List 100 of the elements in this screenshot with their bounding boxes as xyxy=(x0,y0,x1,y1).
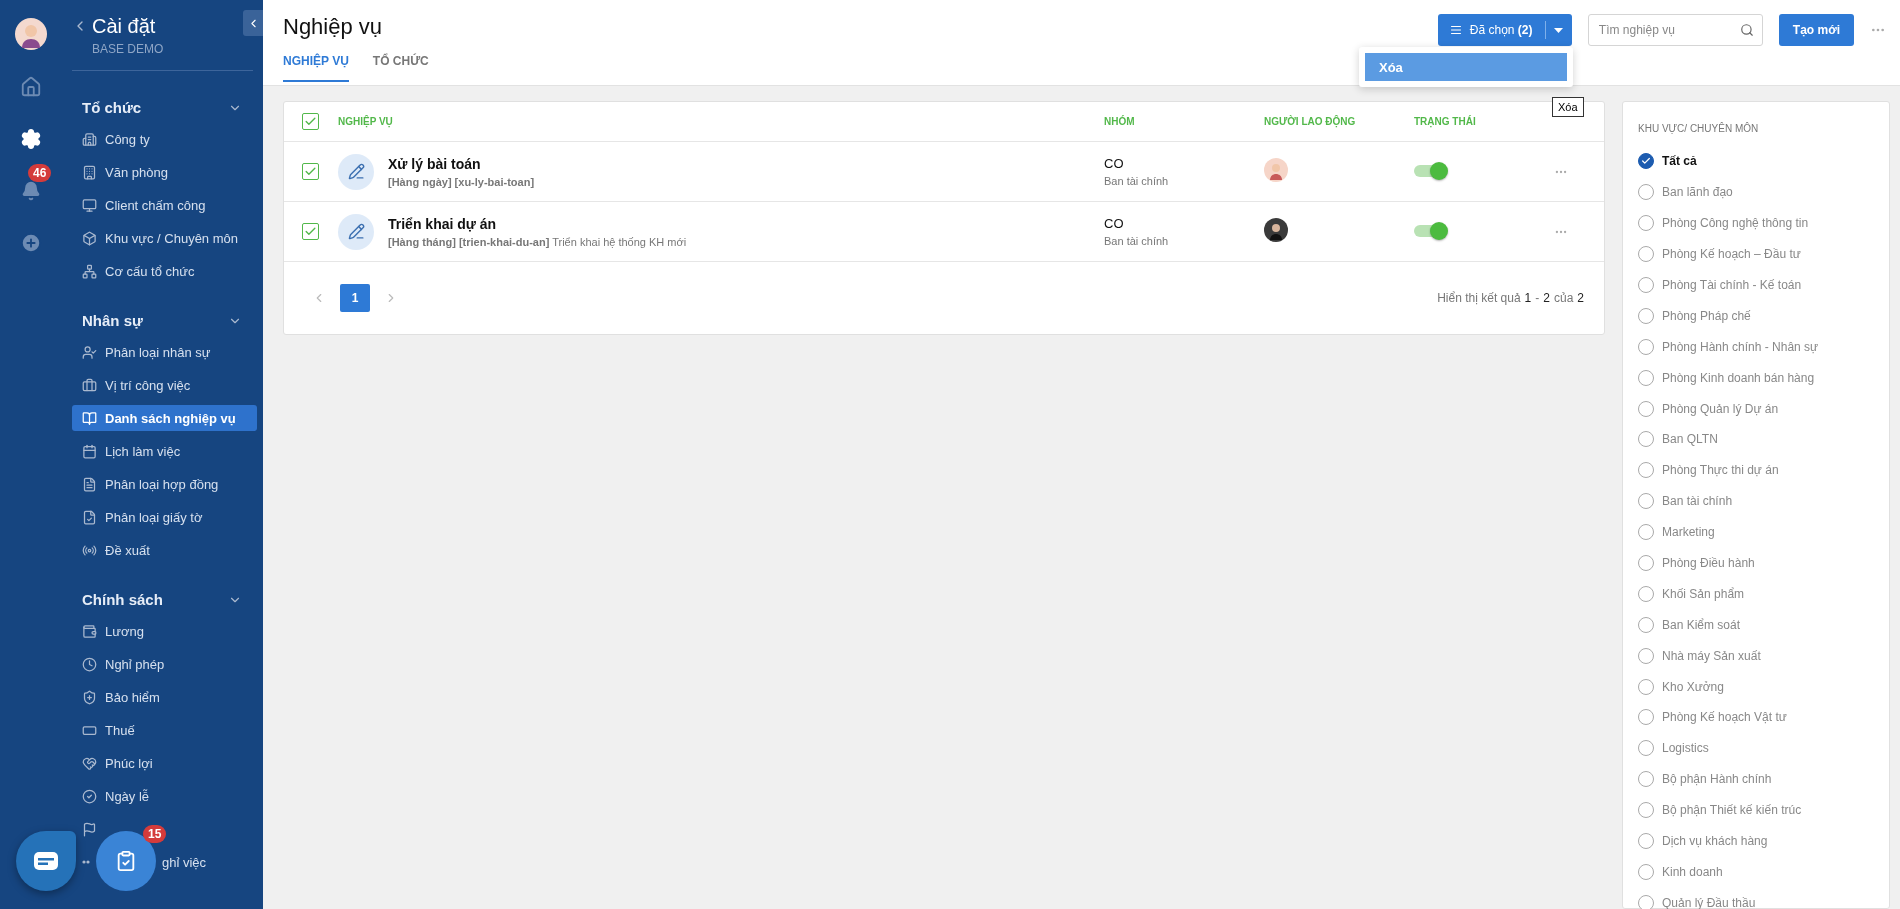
radio-button[interactable] xyxy=(1638,709,1654,726)
section-header[interactable]: Tổ chức xyxy=(82,99,262,116)
radio-button[interactable] xyxy=(1638,184,1654,201)
radio-button[interactable] xyxy=(1638,338,1654,355)
menu-item[interactable]: Xóa xyxy=(1365,53,1567,81)
radio-button[interactable] xyxy=(1638,802,1654,819)
bell-icon[interactable] xyxy=(21,181,41,201)
radio-button[interactable] xyxy=(1638,616,1654,633)
filter-option[interactable]: Ban QLTN xyxy=(1638,424,1718,455)
home-icon[interactable] xyxy=(20,76,42,98)
sidebar-item[interactable]: Cơ cấu tổ chức xyxy=(72,258,252,284)
filter-option[interactable]: Phòng Công nghệ thông tin xyxy=(1638,207,1809,239)
filter-option[interactable]: Phòng Pháp chế xyxy=(1638,300,1751,332)
radio-button[interactable] xyxy=(1638,369,1654,386)
radio-button[interactable] xyxy=(1638,647,1654,664)
task-title: Triển khai dự án xyxy=(388,215,498,232)
filter-option[interactable]: Phòng Kinh doanh bán hàng xyxy=(1638,362,1815,394)
page-button[interactable]: 1 xyxy=(340,284,370,312)
collapse-button[interactable] xyxy=(243,10,263,36)
row-checkbox[interactable] xyxy=(302,223,319,240)
sidebar-item[interactable]: Lương xyxy=(72,618,252,644)
task-tags: [Hàng tháng] [trien-khai-du-an] Triển khai hệ thống KH mới xyxy=(388,235,687,248)
sidebar-item[interactable]: Vị trí công việc xyxy=(72,372,252,398)
filter-option[interactable]: Ban Kiểm soát xyxy=(1638,609,1741,641)
radio-button[interactable] xyxy=(1638,277,1654,293)
of-label: của xyxy=(1553,291,1574,305)
sidebar-item[interactable]: Thuế xyxy=(72,717,252,743)
cube-icon xyxy=(82,230,97,246)
sidebar-item[interactable]: Client chấm công xyxy=(72,192,252,218)
radio-button[interactable] xyxy=(1638,431,1654,448)
filter-option[interactable]: Ban tài chính xyxy=(1638,485,1733,517)
sidebar-item[interactable]: Công ty xyxy=(72,126,252,152)
clock-icon xyxy=(82,656,97,672)
sidebar-item[interactable]: Nghỉ phép xyxy=(72,651,252,677)
sidebar-item[interactable]: Khu vực / Chuyên môn xyxy=(72,225,252,251)
filter-option[interactable]: Kinh doanh xyxy=(1638,856,1723,888)
search-field[interactable]: Tìm nghiệp vụ xyxy=(1587,14,1763,46)
filter-option[interactable]: Dịch vụ khách hàng xyxy=(1638,825,1768,857)
filter-option[interactable]: Khối Sản phẩm xyxy=(1638,578,1745,610)
sidebar-item[interactable]: Bảo hiểm xyxy=(72,684,252,710)
radio-button[interactable] xyxy=(1638,524,1654,541)
row-checkbox[interactable] xyxy=(302,163,319,180)
radio-button[interactable] xyxy=(1638,215,1654,232)
filter-option[interactable]: Bộ phận Hành chính xyxy=(1638,763,1772,795)
sidebar-item[interactable]: Phúc lợi xyxy=(72,750,252,776)
status-toggle[interactable] xyxy=(1414,224,1446,237)
filter-option[interactable]: Phòng Tài chính - Kế toán xyxy=(1638,269,1802,301)
radio-button[interactable] xyxy=(1638,462,1654,479)
sidebar-item[interactable]: Lịch làm việc xyxy=(72,438,252,464)
sidebar-item[interactable]: Phân loại giấy tờ xyxy=(72,504,252,530)
filter-option[interactable]: Kho Xưởng xyxy=(1638,671,1724,703)
radio-button[interactable] xyxy=(1638,153,1654,170)
radio-button[interactable] xyxy=(1638,585,1654,602)
radio-button[interactable] xyxy=(1638,400,1654,417)
settings-title: Cài đặt xyxy=(92,14,157,38)
filter-option[interactable]: Tất cả xyxy=(1638,146,1697,177)
select-all-checkbox[interactable] xyxy=(302,113,319,130)
tab[interactable]: TỔ CHỨC xyxy=(372,50,429,82)
add-icon[interactable] xyxy=(20,232,42,254)
filter-option[interactable]: Phòng Kế hoạch – Đầu tư xyxy=(1638,238,1801,270)
range-start: 1 xyxy=(1524,291,1532,305)
radio-button[interactable] xyxy=(1638,493,1654,510)
filter-option[interactable]: Phòng Quản lý Dự án xyxy=(1638,393,1779,424)
tab[interactable]: NGHIỆP VỤ xyxy=(283,50,349,82)
filter-option[interactable]: Bộ phận Thiết kế kiến trúc xyxy=(1638,794,1802,826)
sidebar-item[interactable]: Phân loại hợp đồng xyxy=(72,471,252,497)
create-button[interactable]: Tạo mới xyxy=(1778,14,1854,46)
radio-button[interactable] xyxy=(1638,894,1654,909)
radio-button[interactable] xyxy=(1638,833,1654,850)
sidebar-item[interactable]: Phân loại nhân sự xyxy=(72,339,252,365)
filter-option[interactable]: Phòng Điều hành xyxy=(1638,547,1755,579)
filter-option[interactable]: Phòng Hành chính - Nhân sự xyxy=(1638,331,1819,363)
sidebar-item[interactable]: Danh sách nghiệp vụ xyxy=(72,405,257,431)
sidebar-item[interactable]: Ngày lễ xyxy=(72,783,252,809)
radio-button[interactable] xyxy=(1638,555,1654,571)
section-header[interactable]: Chính sách xyxy=(82,591,262,608)
avatar[interactable] xyxy=(15,18,47,50)
filter-option[interactable]: Phòng Kế hoạch Vật tư xyxy=(1638,702,1787,733)
filter-option[interactable]: Ban lãnh đạo xyxy=(1638,176,1733,208)
company-name: BASE DEMO xyxy=(92,42,164,56)
filter-option[interactable]: Nhà máy Sản xuất xyxy=(1638,640,1761,672)
sidebar-item[interactable]: Văn phòng xyxy=(72,159,252,185)
section-header[interactable]: Nhân sự xyxy=(82,312,262,329)
group-name: CO xyxy=(1104,216,1125,231)
dots-icon xyxy=(82,860,90,864)
radio-button[interactable] xyxy=(1638,678,1654,695)
department-name: Ban tài chính xyxy=(1104,175,1170,187)
filter-option[interactable]: Logistics xyxy=(1638,732,1709,764)
radio-button[interactable] xyxy=(1638,307,1654,324)
filter-option[interactable]: Quản lý Đầu thầu xyxy=(1638,887,1756,909)
sidebar-item[interactable]: Đề xuất xyxy=(72,537,252,563)
radio-button[interactable] xyxy=(1638,246,1654,263)
radio-button[interactable] xyxy=(1638,863,1654,880)
radio-button[interactable] xyxy=(1638,740,1654,757)
radio-button[interactable] xyxy=(1638,771,1654,788)
selected-actions-button[interactable]: Đã chọn (2) xyxy=(1437,14,1572,46)
filter-option[interactable]: Phòng Thực thi dự án xyxy=(1638,454,1779,486)
settings-icon[interactable] xyxy=(20,128,42,150)
status-toggle[interactable] xyxy=(1414,164,1446,177)
filter-option[interactable]: Marketing xyxy=(1638,516,1715,548)
